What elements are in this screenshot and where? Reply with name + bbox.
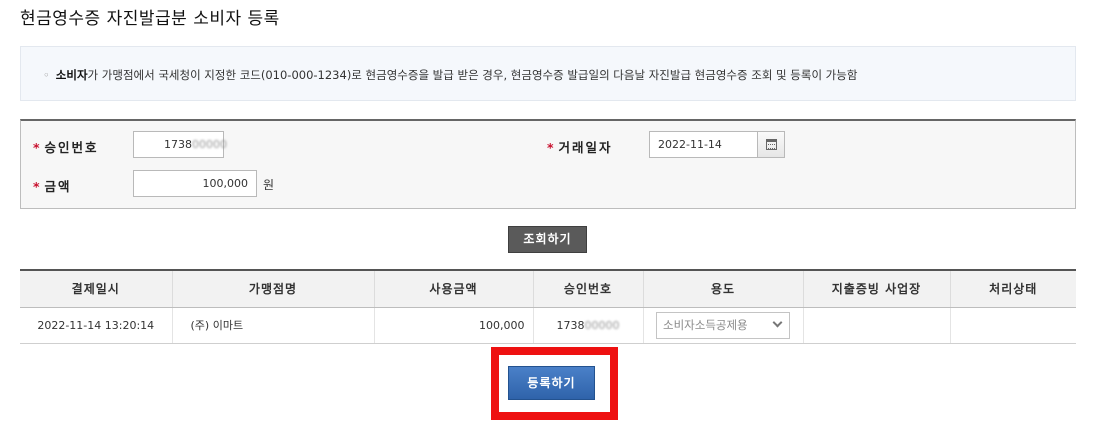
approval-number-value: 1738: [164, 138, 192, 151]
notice-strong: 소비자: [55, 68, 88, 82]
transaction-date-input[interactable]: 2022-11-14: [649, 131, 758, 158]
header-amount: 사용금액: [373, 269, 533, 308]
row-merchant: (주) 이마트: [171, 307, 374, 344]
row-datetime: 2022-11-14 13:20:14: [20, 307, 172, 344]
result-table: 결제일시 가맹점명 사용금액 승인번호 용도 지출증빙 사업장 처리상태 202…: [20, 269, 1076, 344]
purpose-select[interactable]: 소비자소득공제용: [656, 311, 790, 339]
header-purpose: 용도: [642, 269, 803, 308]
register-button[interactable]: 등록하기: [508, 366, 595, 400]
approval-number-masked: 00000: [192, 138, 227, 151]
row-approval: 173800000: [532, 307, 643, 344]
header-business: 지출증빙 사업장: [802, 269, 950, 308]
table-header-row: 결제일시 가맹점명 사용금액 승인번호 용도 지출증빙 사업장 처리상태: [20, 269, 1076, 308]
required-mark: *: [33, 179, 40, 194]
amount-unit: 원: [263, 178, 275, 192]
date-label: * 거래일자: [547, 137, 613, 156]
notice-box: ◦ 소비자가 가맹점에서 국세청이 지정한 코드(010-000-1234)로 현…: [20, 46, 1076, 101]
calendar-icon: [766, 139, 777, 150]
row-status: [949, 307, 1076, 344]
row-purpose: 소비자소득공제용: [642, 307, 803, 344]
header-status: 처리상태: [949, 269, 1076, 308]
header-datetime: 결제일시: [20, 269, 172, 308]
amount-label: * 금액: [33, 176, 72, 195]
page-title: 현금영수증 자진발급분 소비자 등록: [20, 9, 280, 29]
search-button[interactable]: 조회하기: [508, 226, 587, 253]
calendar-button[interactable]: [757, 131, 785, 158]
approval-number-input[interactable]: 173800000: [133, 131, 227, 158]
chevron-down-icon: [772, 317, 783, 327]
approval-label-text: 승인번호: [44, 140, 99, 155]
row-approval-value: 1738: [556, 318, 585, 332]
header-approval: 승인번호: [532, 269, 643, 308]
row-approval-masked: 00000: [584, 318, 620, 332]
notice-body: 가 가맹점에서 국세청이 지정한 코드(010-000-1234)로 현금영수증…: [87, 68, 858, 82]
required-mark: *: [33, 140, 40, 155]
notice-bullet: ◦: [43, 68, 50, 82]
search-form: * 승인번호 173800000 * 거래일자 2022-11-14 * 금액 100…: [20, 119, 1076, 209]
purpose-select-value: 소비자소득공제용: [663, 317, 748, 332]
header-merchant: 가맹점명: [171, 269, 374, 308]
date-label-text: 거래일자: [558, 140, 613, 155]
notice-text: ◦ 소비자가 가맹점에서 국세청이 지정한 코드(010-000-1234)로 현…: [43, 67, 857, 83]
amount-label-text: 금액: [44, 179, 72, 194]
approval-label: * 승인번호: [33, 137, 99, 156]
table-row: 2022-11-14 13:20:14 (주) 이마트 100,000 1738…: [20, 307, 1076, 344]
required-mark: *: [547, 140, 554, 155]
row-amount: 100,000: [373, 307, 533, 344]
row-business: [802, 307, 950, 344]
amount-input[interactable]: 100,000: [133, 170, 257, 197]
